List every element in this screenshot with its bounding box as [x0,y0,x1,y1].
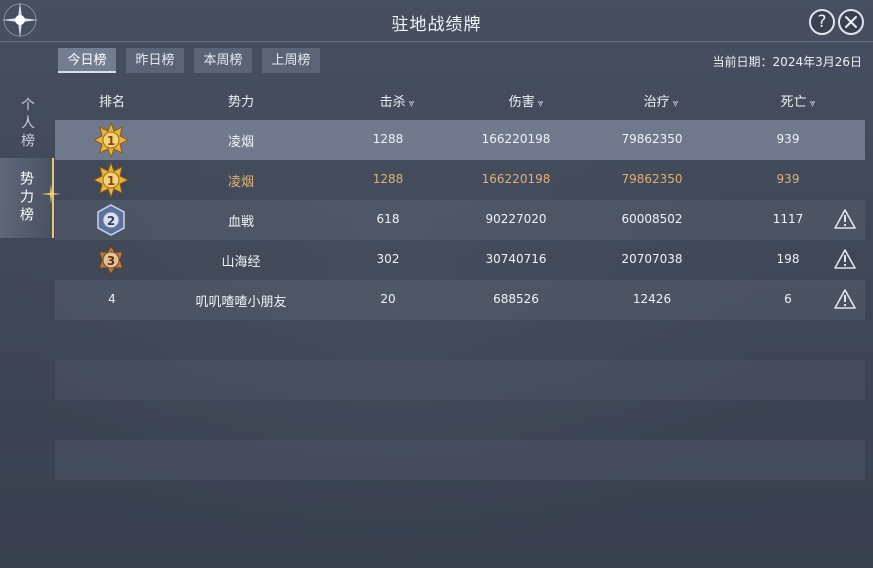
kills-value: 618 [376,212,400,226]
deaths-value: 939 [776,132,800,146]
faction-name: 叽叽喳喳小朋友 [195,295,287,310]
kills-value: 1288 [372,132,404,146]
question-icon: ? [817,11,827,32]
table-row[interactable]: 3 山海经 302 30740716 20707038 198 [55,240,865,280]
tab-this-week[interactable]: 本周榜 [194,48,252,73]
side-tabs: 个人榜 势力榜 [0,78,61,518]
damage-value: 30740716 [485,252,547,266]
kills-value: 302 [376,252,400,266]
chevron-down-icon: ⩔ [672,98,679,109]
warning-triangle-icon[interactable] [834,209,856,229]
page-title: 驻地战绩牌 [391,15,482,35]
table-row[interactable]: 1 凌烟 1288 166220198 79862350 939 [55,120,865,160]
faction-name: 山海经 [221,255,261,270]
chevron-down-icon: ⩔ [809,98,816,109]
gold-medal-icon: 1 [93,162,129,198]
damage-value: 166220198 [481,172,551,186]
table-header: 排名 势力 击杀 ⩔ 伤害 ⩔ 治疗 ⩔ 死亡 ⩔ [55,80,865,118]
title-bar: 驻地战绩牌 ? [0,0,873,42]
empty-row [55,360,865,400]
healing-value: 79862350 [621,132,683,146]
svg-text:1: 1 [107,134,115,148]
side-tab-personal[interactable]: 个人榜 [0,84,54,164]
faction-name: 凌烟 [227,135,255,150]
damage-value: 166220198 [481,132,551,146]
deaths-value: 6 [784,292,792,306]
header-kills[interactable]: 击杀 ⩔ [380,91,415,110]
deaths-value: 198 [776,252,800,266]
empty-row [55,480,865,522]
faction-name: 血戦 [227,215,255,230]
healing-value: 79862350 [621,172,683,186]
svg-text:3: 3 [107,254,115,268]
tab-yesterday[interactable]: 昨日榜 [126,48,184,73]
warning-triangle-icon[interactable] [834,289,856,309]
table-row-own-faction[interactable]: 1 凌烟 1288 166220198 79862350 939 [55,160,865,200]
kills-value: 1288 [372,172,404,186]
scoreboard-panel: 驻地战绩牌 ? 今日榜 昨日榜 本周榜 上周榜 当前日期：2024年3月26日 … [0,0,873,568]
empty-row [55,320,865,360]
table-row[interactable]: 4 叽叽喳喳小朋友 20 688526 12426 6 [55,280,865,320]
deaths-value: 939 [776,172,800,186]
empty-row [55,400,865,440]
svg-text:2: 2 [107,214,115,228]
header-rank: 排名 [98,95,126,110]
damage-value: 688526 [493,292,539,306]
tab-last-week[interactable]: 上周榜 [262,48,320,73]
close-icon [845,16,857,28]
healing-value: 60008502 [621,212,683,226]
empty-row [55,440,865,480]
rank-value: 4 [108,292,116,306]
gold-medal-icon: 1 [93,122,129,158]
bronze-medal-icon: 3 [98,245,124,275]
kills-value: 20 [380,292,396,306]
header-damage[interactable]: 伤害 ⩔ [509,91,544,110]
current-date: 当前日期：2024年3月26日 [712,55,862,69]
deaths-value: 1117 [772,212,804,226]
header-faction: 势力 [227,95,255,110]
close-button[interactable] [838,9,864,35]
header-deaths[interactable]: 死亡 ⩔ [781,91,816,110]
tab-today[interactable]: 今日榜 [58,48,116,73]
chevron-down-icon: ⩔ [537,98,544,109]
chevron-down-icon: ⩔ [408,98,415,109]
damage-value: 90227020 [485,212,547,226]
healing-value: 20707038 [621,252,683,266]
warning-triangle-icon[interactable] [834,249,856,269]
header-healing[interactable]: 治疗 ⩔ [644,91,679,110]
table-row[interactable]: 2 血戦 618 90227020 60008502 1117 [55,200,865,240]
svg-text:1: 1 [107,174,115,188]
help-button[interactable]: ? [809,9,835,35]
ranking-table: 排名 势力 击杀 ⩔ 伤害 ⩔ 治疗 ⩔ 死亡 ⩔ 1 凌烟 1288 16622019… [55,80,865,522]
faction-name: 凌烟 [227,175,255,190]
silver-medal-icon: 2 [97,204,125,236]
healing-value: 12426 [632,292,672,306]
